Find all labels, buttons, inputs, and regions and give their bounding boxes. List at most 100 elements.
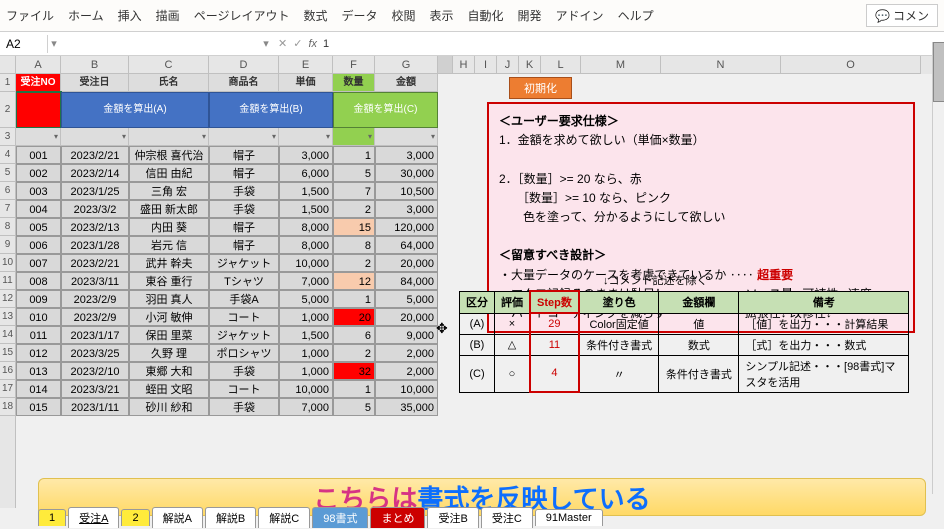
cell[interactable]: 2023/3/21 xyxy=(61,380,129,398)
cell[interactable]: 2 xyxy=(333,344,375,362)
cell[interactable]: 2023/2/10 xyxy=(61,362,129,380)
cell[interactable]: 001 xyxy=(16,146,61,164)
cell[interactable]: 帽子 xyxy=(209,146,279,164)
cell[interactable]: 武井 幹夫 xyxy=(129,254,209,272)
cell[interactable]: 2023/1/28 xyxy=(61,236,129,254)
cell[interactable]: 3,000 xyxy=(375,200,438,218)
cell[interactable]: 20,000 xyxy=(375,254,438,272)
cell[interactable]: 1,000 xyxy=(279,344,333,362)
ch-G[interactable]: G xyxy=(375,56,438,74)
cell[interactable]: 1 xyxy=(333,380,375,398)
cell[interactable]: 003 xyxy=(16,182,61,200)
cell[interactable]: 2023/2/21 xyxy=(61,254,129,272)
calc-c-button[interactable]: 金額を算出(C) xyxy=(333,92,438,128)
rh-12[interactable]: 12 xyxy=(0,290,15,308)
cell[interactable]: 1,000 xyxy=(279,362,333,380)
cell[interactable]: 5,000 xyxy=(375,290,438,308)
vertical-scrollbar[interactable] xyxy=(932,42,944,494)
cell[interactable]: 009 xyxy=(16,290,61,308)
enter-icon[interactable]: ✓ xyxy=(293,37,302,50)
cell[interactable]: 手袋 xyxy=(209,200,279,218)
ch-J[interactable]: J xyxy=(497,56,519,74)
cell[interactable]: 保田 里菜 xyxy=(129,326,209,344)
rh-15[interactable]: 15 xyxy=(0,344,15,362)
cell[interactable]: 盛田 新太郎 xyxy=(129,200,209,218)
cell[interactable]: 5,000 xyxy=(279,290,333,308)
cell[interactable]: 2023/2/14 xyxy=(61,164,129,182)
cell[interactable]: 2023/2/21 xyxy=(61,146,129,164)
cell[interactable]: 5 xyxy=(333,398,375,416)
ribbon-addin[interactable]: アドイン xyxy=(556,7,604,24)
filter-date[interactable] xyxy=(61,128,129,146)
cancel-icon[interactable]: ✕ xyxy=(278,37,287,50)
cell[interactable]: 信田 由紀 xyxy=(129,164,209,182)
ribbon-view[interactable]: 表示 xyxy=(430,7,454,24)
ch-C[interactable]: C xyxy=(129,56,209,74)
ch-M[interactable]: M xyxy=(581,56,661,74)
filter-qty[interactable] xyxy=(333,128,375,146)
tab-98format[interactable]: 98書式 xyxy=(312,507,368,528)
ribbon-home[interactable]: ホーム xyxy=(68,7,104,24)
cell[interactable]: 8,000 xyxy=(279,236,333,254)
init-button[interactable]: 初期化 xyxy=(509,77,572,99)
cell[interactable]: 10,000 xyxy=(279,380,333,398)
cell[interactable]: 64,000 xyxy=(375,236,438,254)
cell[interactable]: 羽田 真人 xyxy=(129,290,209,308)
cell[interactable]: 8 xyxy=(333,236,375,254)
cell[interactable]: 011 xyxy=(16,326,61,344)
rh-4[interactable]: 4 xyxy=(0,146,15,164)
cell[interactable]: 7,000 xyxy=(279,398,333,416)
rh-6[interactable]: 6 xyxy=(0,182,15,200)
cell[interactable]: 蛭田 文昭 xyxy=(129,380,209,398)
ch-A[interactable]: A xyxy=(16,56,61,74)
rh-3[interactable]: 3 xyxy=(0,128,15,146)
cell[interactable]: ジャケット xyxy=(209,326,279,344)
cell[interactable]: 20 xyxy=(333,308,375,326)
ch-N[interactable]: N xyxy=(661,56,781,74)
rh-7[interactable]: 7 xyxy=(0,200,15,218)
cell[interactable]: 013 xyxy=(16,362,61,380)
cell[interactable]: 004 xyxy=(16,200,61,218)
ch-O[interactable]: O xyxy=(781,56,921,74)
tab-1[interactable]: 1 xyxy=(38,509,66,526)
cell[interactable]: コート xyxy=(209,380,279,398)
ribbon-data[interactable]: データ xyxy=(341,7,377,24)
ch-B[interactable]: B xyxy=(61,56,129,74)
cell[interactable]: 8,000 xyxy=(279,218,333,236)
ribbon-auto[interactable]: 自動化 xyxy=(468,7,504,24)
tab-order-c[interactable]: 受注C xyxy=(481,507,533,528)
cell[interactable]: 10,000 xyxy=(375,380,438,398)
rh-2[interactable]: 2 xyxy=(0,92,15,128)
rh-18[interactable]: 18 xyxy=(0,398,15,416)
cell[interactable]: 帽子 xyxy=(209,218,279,236)
cell[interactable]: 1,000 xyxy=(279,308,333,326)
calc-a-button[interactable]: 金額を算出(A) xyxy=(61,92,209,128)
cell[interactable]: 岩元 信 xyxy=(129,236,209,254)
ribbon-dev[interactable]: 開発 xyxy=(518,7,542,24)
cell[interactable]: 1 xyxy=(333,290,375,308)
calc-b-button[interactable]: 金額を算出(B) xyxy=(209,92,333,128)
cell[interactable]: 3,000 xyxy=(375,146,438,164)
cell[interactable]: 35,000 xyxy=(375,398,438,416)
rh-8[interactable]: 8 xyxy=(0,218,15,236)
cell[interactable]: 2023/3/2 xyxy=(61,200,129,218)
cell[interactable]: 9,000 xyxy=(375,326,438,344)
ch-E[interactable]: E xyxy=(279,56,333,74)
rh-9[interactable]: 9 xyxy=(0,236,15,254)
cell[interactable]: 内田 葵 xyxy=(129,218,209,236)
rh-5[interactable]: 5 xyxy=(0,164,15,182)
cell[interactable]: 2023/2/9 xyxy=(61,290,129,308)
cell[interactable]: 005 xyxy=(16,218,61,236)
cell[interactable]: 20,000 xyxy=(375,308,438,326)
name-dropdown-icon[interactable]: ▾ xyxy=(48,37,60,50)
ribbon-draw[interactable]: 描画 xyxy=(156,7,180,24)
tab-expl-b[interactable]: 解説B xyxy=(205,507,256,528)
cell[interactable]: 1,500 xyxy=(279,200,333,218)
cell[interactable]: 2,000 xyxy=(375,362,438,380)
cell[interactable]: 久野 理 xyxy=(129,344,209,362)
cell[interactable]: 仲宗根 喜代治 xyxy=(129,146,209,164)
cell[interactable]: 120,000 xyxy=(375,218,438,236)
cell[interactable]: 12 xyxy=(333,272,375,290)
cell[interactable]: 012 xyxy=(16,344,61,362)
filter-item[interactable] xyxy=(209,128,279,146)
